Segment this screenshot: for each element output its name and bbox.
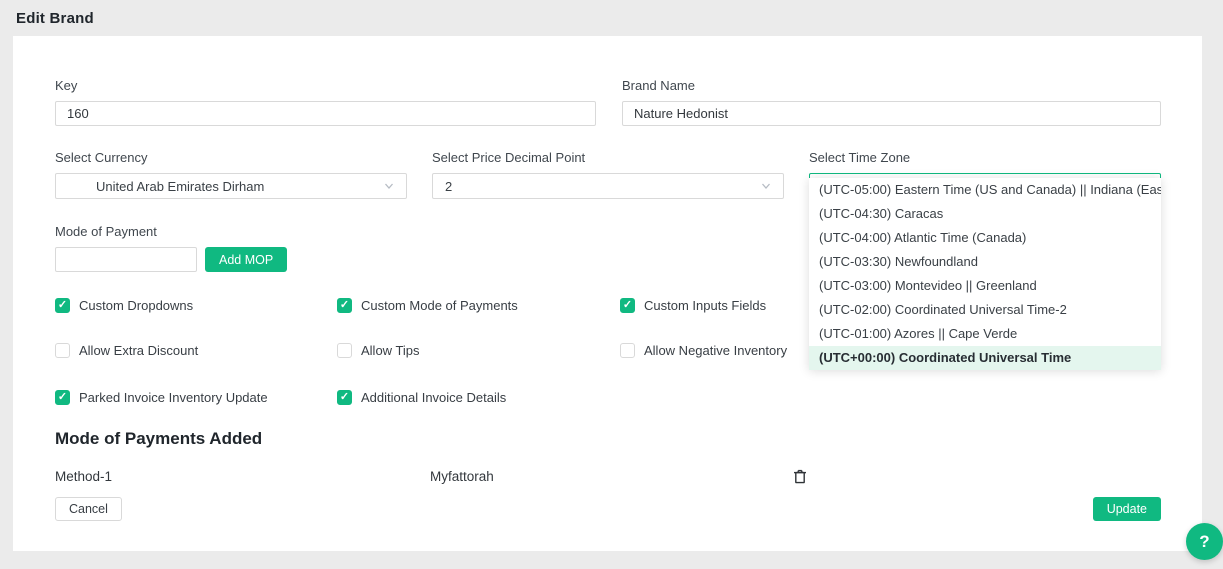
checkbox-icon: ✓ (620, 343, 635, 358)
brand-name-input[interactable] (622, 101, 1161, 126)
help-button[interactable]: ? (1186, 523, 1223, 560)
price-decimal-field-group: Select Price Decimal Point 2 (432, 150, 784, 199)
mode-of-payment-input[interactable] (55, 247, 197, 272)
timezone-option[interactable]: (UTC-03:00) Montevideo || Greenland (809, 274, 1161, 298)
checkbox-icon: ✓ (55, 390, 70, 405)
mop-added-row: Method-1 Myfattorah (55, 469, 1161, 484)
checkbox-label: Custom Mode of Payments (361, 298, 518, 313)
checkbox-custom-dropdowns[interactable]: ✓ Custom Dropdowns (55, 298, 193, 313)
page-title: Edit Brand (16, 10, 94, 27)
trash-icon (793, 469, 807, 484)
check-icon: ✓ (623, 300, 632, 311)
checkbox-label: Custom Dropdowns (79, 298, 193, 313)
checkbox-additional-invoice-details[interactable]: ✓ Additional Invoice Details (337, 390, 506, 405)
checkbox-icon: ✓ (55, 343, 70, 358)
currency-label: Select Currency (55, 150, 407, 165)
checkbox-label: Allow Tips (361, 343, 420, 358)
cancel-button[interactable]: Cancel (55, 497, 122, 521)
edit-brand-card: Key Brand Name Select Currency United Ar… (13, 36, 1202, 551)
brand-name-label: Brand Name (622, 78, 1161, 93)
check-icon: ✓ (58, 392, 67, 403)
timezone-option[interactable]: (UTC-03:30) Newfoundland (809, 250, 1161, 274)
checkbox-icon: ✓ (337, 298, 352, 313)
checkbox-icon: ✓ (620, 298, 635, 313)
checkbox-parked-invoice-inventory-update[interactable]: ✓ Parked Invoice Inventory Update (55, 390, 268, 405)
timezone-option[interactable]: (UTC-01:00) Azores || Cape Verde (809, 322, 1161, 346)
timezone-dropdown: (UTC-05:00) Eastern Time (US and Canada)… (809, 178, 1161, 370)
chevron-down-icon (384, 181, 394, 191)
key-field-group: Key (55, 78, 596, 126)
checkbox-allow-negative-inventory[interactable]: ✓ Allow Negative Inventory (620, 343, 787, 358)
currency-field-group: Select Currency United Arab Emirates Dir… (55, 150, 407, 199)
checkbox-icon: ✓ (337, 343, 352, 358)
brand-name-field-group: Brand Name (622, 78, 1161, 126)
timezone-option[interactable]: (UTC-04:30) Caracas (809, 202, 1161, 226)
update-button[interactable]: Update (1093, 497, 1161, 521)
checkbox-icon: ✓ (337, 390, 352, 405)
price-decimal-label: Select Price Decimal Point (432, 150, 784, 165)
check-icon: ✓ (340, 392, 349, 403)
key-input[interactable] (55, 101, 596, 126)
question-mark-icon: ? (1199, 532, 1209, 552)
currency-select[interactable]: United Arab Emirates Dirham (55, 173, 407, 199)
checkbox-label: Allow Extra Discount (79, 343, 198, 358)
checkbox-label: Allow Negative Inventory (644, 343, 787, 358)
timezone-option[interactable]: (UTC-04:00) Atlantic Time (Canada) (809, 226, 1161, 250)
add-mop-button[interactable]: Add MOP (205, 247, 287, 272)
key-label: Key (55, 78, 596, 93)
timezone-option[interactable]: (UTC-02:00) Coordinated Universal Time-2 (809, 298, 1161, 322)
checkbox-label: Additional Invoice Details (361, 390, 506, 405)
checkbox-allow-tips[interactable]: ✓ Allow Tips (337, 343, 420, 358)
check-icon: ✓ (340, 300, 349, 311)
checkbox-icon: ✓ (55, 298, 70, 313)
currency-value: United Arab Emirates Dirham (68, 179, 264, 194)
timezone-field-group: Select Time Zone (UTC+00:00) Coordinated… (809, 150, 1161, 199)
checkbox-label: Custom Inputs Fields (644, 298, 766, 313)
mop-added-heading: Mode of Payments Added (55, 429, 1161, 449)
timezone-option[interactable]: (UTC-05:00) Eastern Time (US and Canada)… (809, 178, 1161, 202)
check-icon: ✓ (58, 300, 67, 311)
page-header: Edit Brand (0, 0, 1223, 36)
timezone-label: Select Time Zone (809, 150, 1161, 165)
checkbox-allow-extra-discount[interactable]: ✓ Allow Extra Discount (55, 343, 198, 358)
price-decimal-value: 2 (445, 179, 452, 194)
mop-method-name: Method-1 (55, 469, 430, 484)
checkbox-custom-inputs-fields[interactable]: ✓ Custom Inputs Fields (620, 298, 766, 313)
chevron-down-icon (761, 181, 771, 191)
price-decimal-select[interactable]: 2 (432, 173, 784, 199)
checkbox-label: Parked Invoice Inventory Update (79, 390, 268, 405)
mop-provider-name: Myfattorah (430, 469, 780, 484)
timezone-option-selected[interactable]: (UTC+00:00) Coordinated Universal Time (809, 346, 1161, 370)
delete-mop-button[interactable] (793, 469, 807, 484)
checkbox-custom-mode-of-payments[interactable]: ✓ Custom Mode of Payments (337, 298, 518, 313)
